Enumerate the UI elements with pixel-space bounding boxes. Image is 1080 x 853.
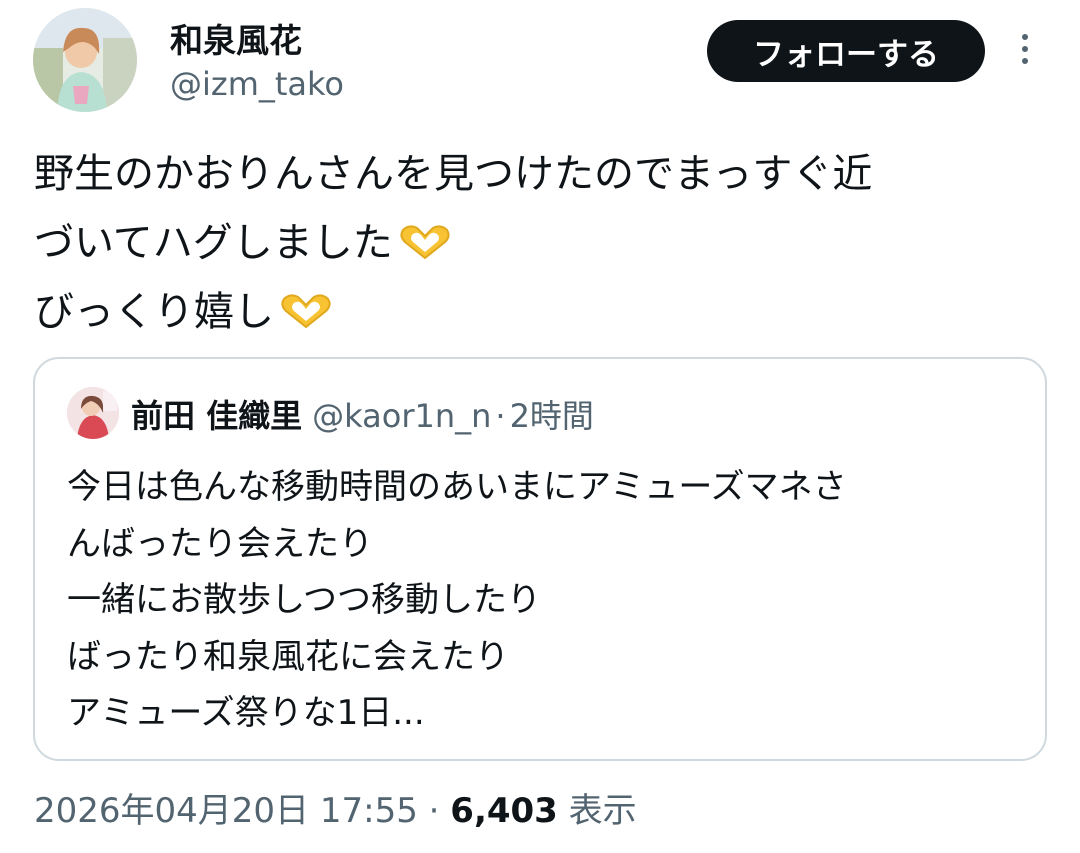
author-handle[interactable]: @izm_tako <box>170 65 344 103</box>
avatar-photo <box>33 8 137 112</box>
quoted-line: ばったり和泉風花に会えたり <box>67 636 509 677</box>
quoted-line: 今日は色んな移動時間のあいまにアミューズマネさ <box>67 467 847 507</box>
post-line: 野生のかおりんさんを見つけたのでまっすぐ近 <box>34 151 873 197</box>
separator-dot: · <box>428 791 440 831</box>
author-avatar[interactable] <box>33 8 137 112</box>
quoted-author-avatar <box>67 387 119 439</box>
post-line: づいてハグしました <box>34 209 1064 278</box>
quoted-post-header: 前田 佳織里 @kaor1n_n · 2時間 <box>131 391 594 437</box>
quoted-author-name: 前田 佳織里 <box>131 397 303 435</box>
view-count-label: 表示 <box>568 791 637 831</box>
post-text: 野生のかおりんさんを見つけたのでまっすぐ近 づいてハグしました びっくり嬉し <box>34 140 1064 347</box>
post-line: びっくり嬉し <box>34 278 1064 347</box>
quoted-line: 一緒にお散歩しつつ移動したり <box>67 580 541 620</box>
post-timestamp[interactable]: 2026年04月20日 17:55 <box>34 791 418 831</box>
quoted-post-time: 2時間 <box>509 397 594 435</box>
quoted-line: んばったり会えたり <box>67 523 373 564</box>
view-count: 6,403 <box>450 791 558 831</box>
quoted-avatar-photo <box>67 387 119 439</box>
author-name[interactable]: 和泉風花 <box>170 14 302 62</box>
post-meta: 2026年04月20日 17:55 · 6,403 表示 <box>34 783 637 832</box>
heart-hands-emoji-icon <box>397 215 453 284</box>
quoted-author-handle: @kaor1n_n <box>312 397 492 435</box>
separator-dot: · <box>495 397 506 435</box>
quoted-line: アミューズ祭りな1日... <box>67 693 425 733</box>
quoted-post-card[interactable]: 前田 佳織里 @kaor1n_n · 2時間 今日は色んな移動時間のあいまにアミューズ… <box>33 357 1047 761</box>
heart-hands-emoji-icon <box>278 284 334 353</box>
follow-button[interactable]: フォローする <box>707 20 985 82</box>
more-vertical-icon[interactable] <box>1013 30 1037 74</box>
quoted-post-text: 今日は色んな移動時間のあいまにアミューズマネさ んばったり会えたり 一緒にお散歩… <box>67 459 847 742</box>
